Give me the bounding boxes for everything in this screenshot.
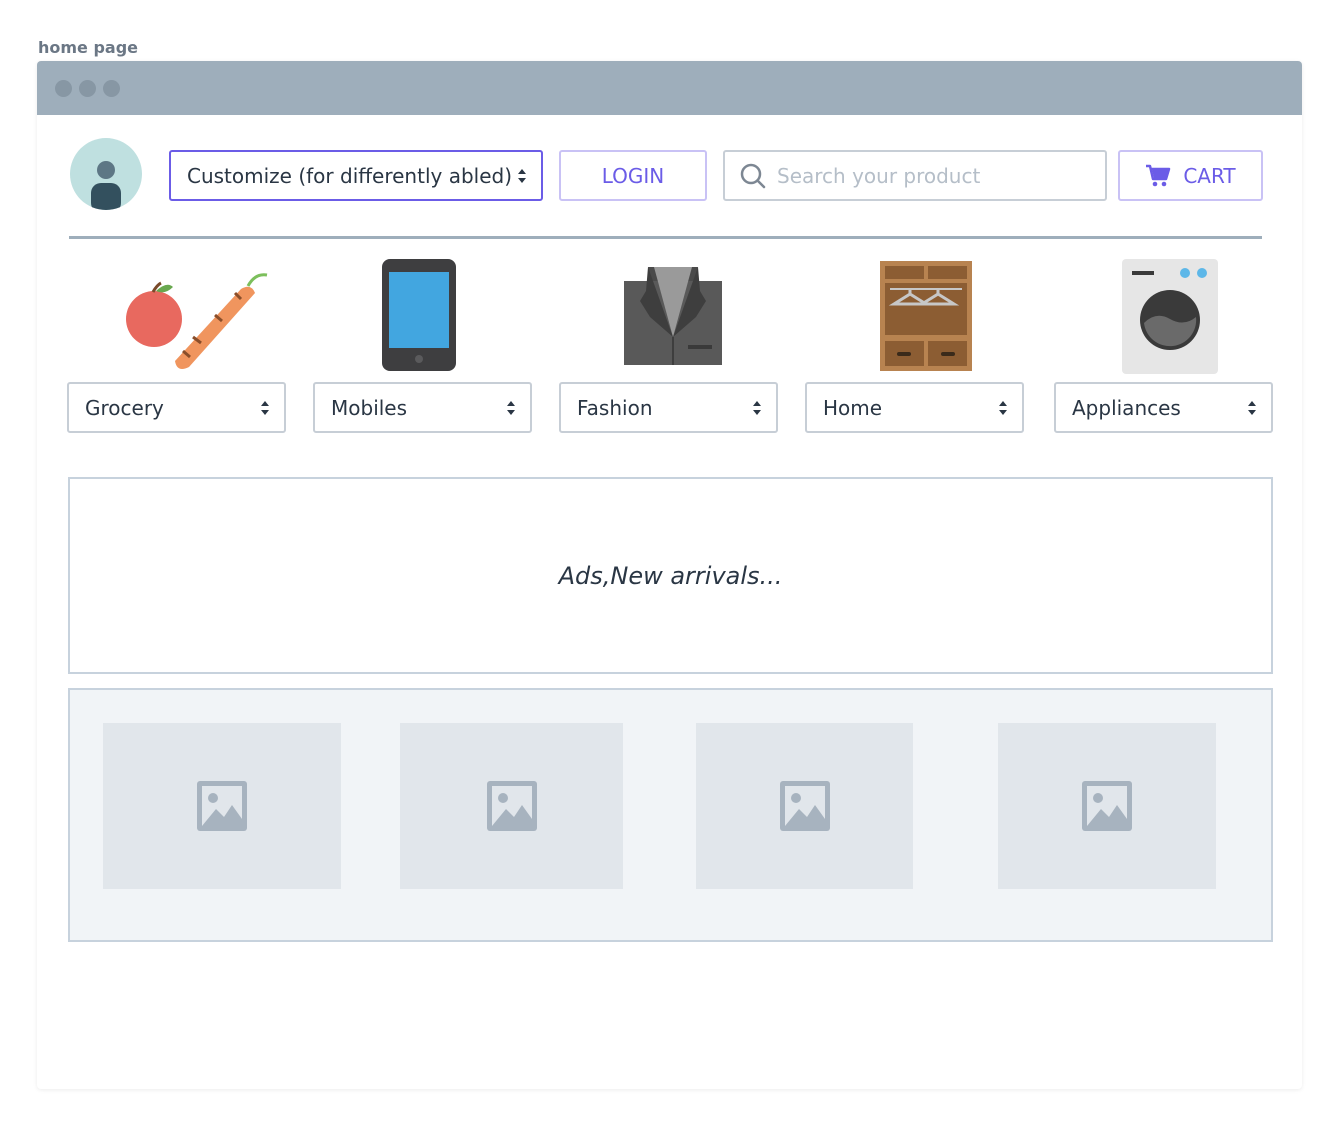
category-select-label: Fashion (577, 395, 653, 420)
window-minimize-dot[interactable] (79, 80, 96, 97)
category-select-label: Home (823, 395, 883, 420)
category-select-label: Grocery (85, 395, 164, 420)
browser-window: Customize (for differently abled) LOGIN … (37, 61, 1302, 1089)
cart-button-label: CART (1183, 163, 1236, 188)
page-label: home page (38, 38, 139, 57)
login-button-label: LOGIN (601, 163, 665, 188)
wardrobe-icon (880, 261, 972, 371)
image-placeholder-icon (1082, 781, 1132, 831)
grocery-icon (126, 273, 268, 369)
washing-machine-icon (1122, 259, 1218, 374)
select-arrows-icon (999, 400, 1007, 415)
accessibility-select-label: Customize (for differently abled) (187, 163, 512, 188)
category-select-appliances[interactable]: Appliances (1054, 382, 1273, 433)
search-bar[interactable] (723, 150, 1107, 201)
category-select-grocery[interactable]: Grocery (67, 382, 286, 433)
category-select-fashion[interactable]: Fashion (559, 382, 778, 433)
select-arrows-icon (507, 400, 515, 415)
select-arrows-icon (753, 400, 761, 415)
user-avatar-icon[interactable] (70, 138, 142, 210)
image-placeholder-icon (197, 781, 247, 831)
login-button[interactable]: LOGIN (559, 150, 707, 201)
window-close-dot[interactable] (55, 80, 72, 97)
select-arrows-icon (1248, 400, 1256, 415)
window-maximize-dot[interactable] (103, 80, 120, 97)
search-icon (740, 163, 766, 188)
product-image-placeholder[interactable] (103, 723, 341, 889)
product-gallery (68, 688, 1273, 942)
ads-banner[interactable]: Ads,New arrivals... (68, 477, 1273, 674)
category-select-label: Appliances (1072, 395, 1181, 420)
suit-jacket-icon (624, 267, 722, 365)
image-placeholder-icon (486, 781, 537, 831)
image-placeholder-icon (779, 781, 830, 831)
category-select-label: Mobiles (331, 395, 408, 420)
accessibility-select[interactable]: Customize (for differently abled) (169, 150, 543, 201)
product-image-placeholder[interactable] (696, 723, 913, 889)
product-image-placeholder[interactable] (400, 723, 623, 889)
search-input[interactable] (777, 163, 1077, 188)
select-arrows-icon (261, 400, 269, 415)
select-arrows-icon (518, 168, 526, 183)
window-titlebar (37, 61, 1302, 115)
ads-banner-text: Ads,New arrivals... (558, 561, 783, 590)
header-divider (69, 236, 1262, 239)
mobile-phone-icon (382, 259, 456, 371)
product-image-placeholder[interactable] (998, 723, 1216, 889)
cart-button[interactable]: CART (1118, 150, 1263, 201)
cart-icon (1146, 164, 1171, 186)
category-select-home[interactable]: Home (805, 382, 1024, 433)
category-select-mobiles[interactable]: Mobiles (313, 382, 532, 433)
